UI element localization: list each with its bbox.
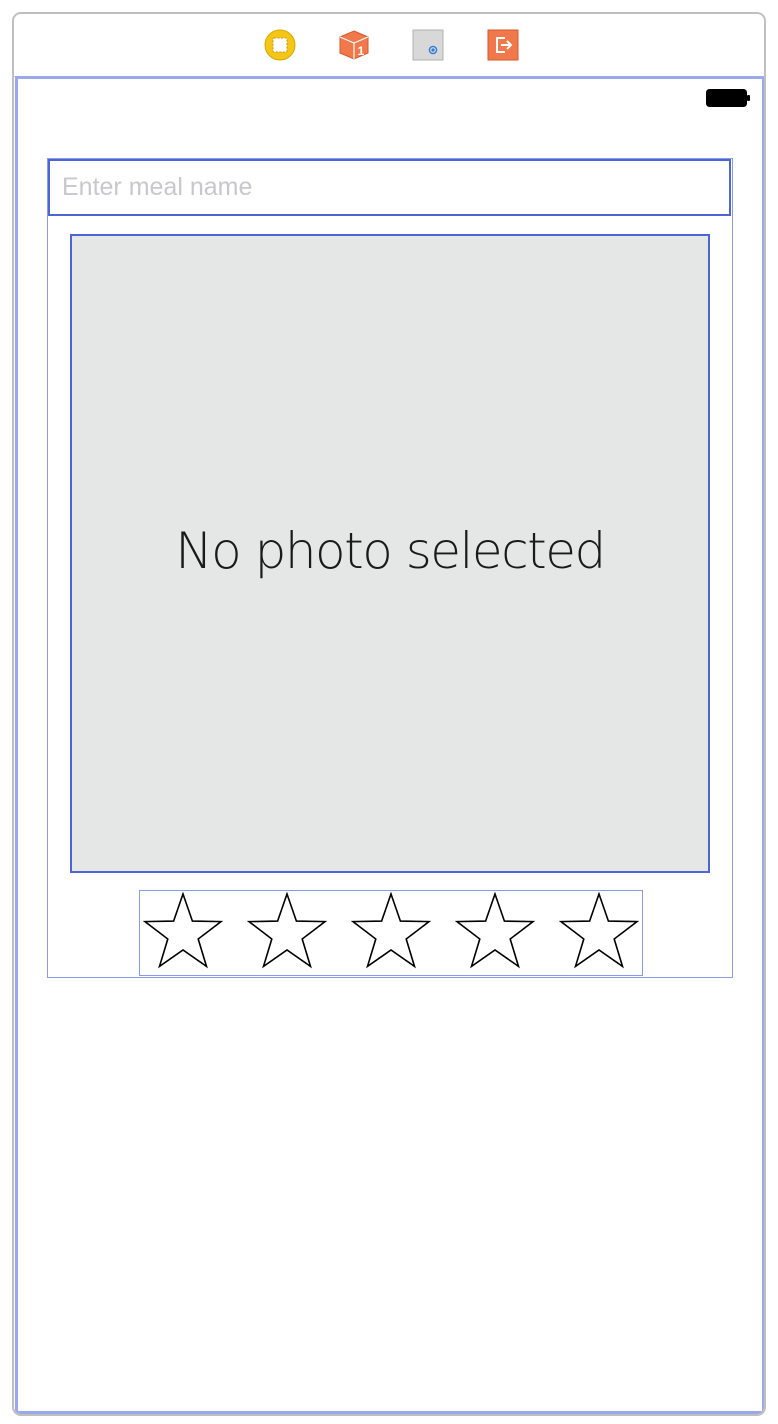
star-button-3[interactable]	[348, 891, 434, 977]
star-button-5[interactable]	[556, 891, 642, 977]
no-photo-label: No photo selected	[175, 521, 606, 580]
empty-star-icon	[350, 891, 432, 969]
star-button-4[interactable]	[452, 891, 538, 977]
first-responder-badge: 1	[358, 44, 365, 58]
battery-full-icon	[706, 89, 750, 107]
exit-icon[interactable]	[487, 29, 519, 61]
first-responder-icon[interactable]: 1	[338, 29, 370, 61]
empty-star-icon	[142, 891, 224, 969]
tap-gesture-icon[interactable]	[412, 29, 444, 61]
rating-control	[139, 890, 643, 976]
meal-name-field[interactable]	[48, 159, 731, 216]
empty-star-icon	[246, 891, 328, 969]
star-button-1[interactable]	[140, 891, 226, 977]
view-controller-icon[interactable]	[264, 29, 296, 61]
empty-star-icon	[558, 891, 640, 969]
view-controller-view: No photo selected	[15, 76, 764, 1414]
star-button-2[interactable]	[244, 891, 330, 977]
empty-star-icon	[454, 891, 536, 969]
storyboard-scene: 1 Enter meal name No photo selected	[12, 12, 766, 1416]
photo-image-view[interactable]: No photo selected	[70, 234, 710, 873]
scene-dock: 1	[14, 14, 764, 77]
meal-form-stack-view: No photo selected	[47, 158, 733, 978]
